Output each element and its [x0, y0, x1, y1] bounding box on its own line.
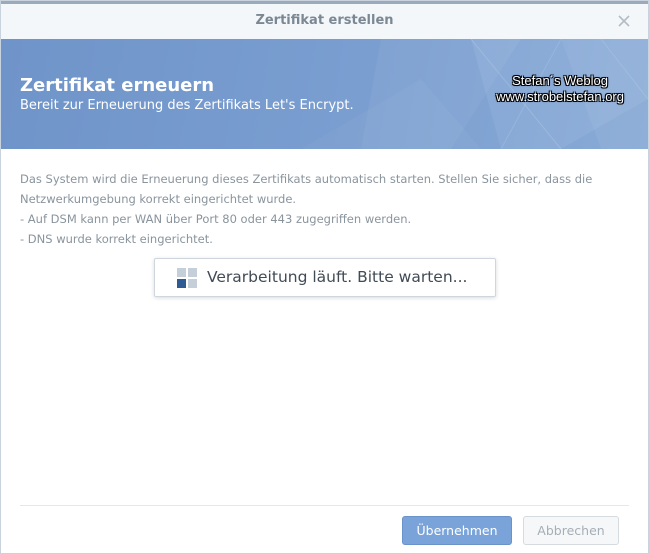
- processing-message: Verarbeitung läuft. Bitte warten...: [207, 268, 468, 286]
- cancel-button[interactable]: Abbrechen: [523, 516, 619, 545]
- dialog-title: Zertifikat erstellen: [255, 13, 394, 28]
- watermark: Stefan´s Weblog www.strobelstefan.org: [496, 73, 624, 105]
- description-paragraph: Das System wird die Erneuerung dieses Ze…: [20, 172, 593, 206]
- requirement-wan-port: - Auf DSM kann per WAN über Port 80 oder…: [20, 212, 412, 226]
- footer-divider: [20, 505, 629, 506]
- apply-button[interactable]: Übernehmen: [402, 516, 512, 545]
- watermark-line-1: Stefan´s Weblog: [512, 73, 608, 88]
- step-subtitle: Bereit zur Erneuerung des Zertifikats Le…: [20, 98, 354, 113]
- watermark-line-2: www.strobelstefan.org: [496, 89, 624, 104]
- loading-spinner-icon: [177, 268, 197, 288]
- dialog-titlebar[interactable]: Zertifikat erstellen: [1, 1, 648, 39]
- requirement-dns: - DNS wurde korrekt eingerichtet.: [20, 232, 213, 246]
- close-icon[interactable]: [616, 13, 632, 29]
- step-title: Zertifikat erneuern: [20, 75, 215, 96]
- processing-indicator: Verarbeitung läuft. Bitte warten...: [154, 258, 496, 297]
- wizard-header-banner: Zertifikat erneuern Bereit zur Erneuerun…: [1, 39, 648, 149]
- description-text: Das System wird die Erneuerung dieses Ze…: [20, 169, 630, 249]
- create-certificate-dialog: Zertifikat erstellen Zertifikat erneuern…: [0, 0, 649, 554]
